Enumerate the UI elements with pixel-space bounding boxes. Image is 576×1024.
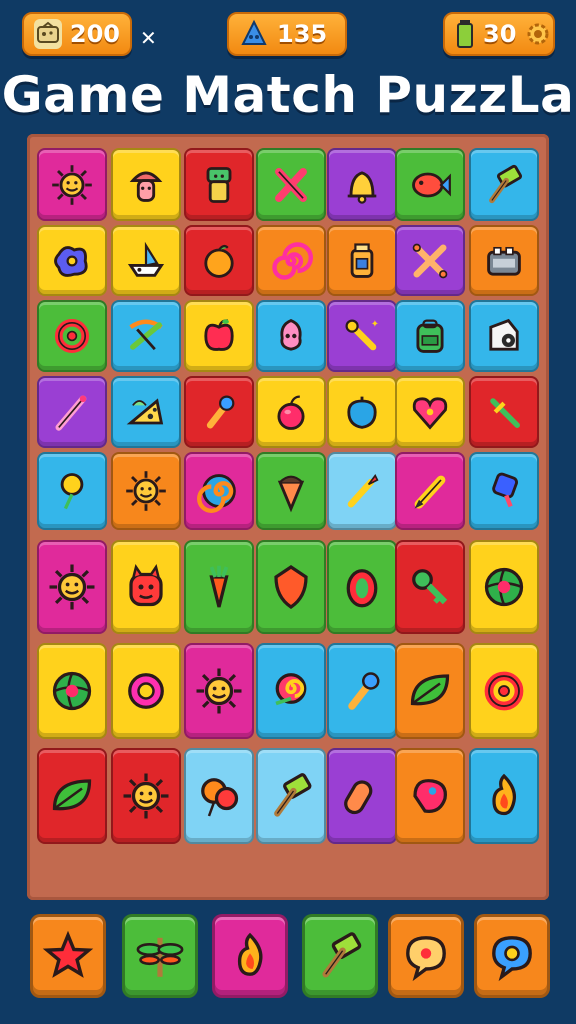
chat-button[interactable] <box>388 914 464 998</box>
tile-carrot[interactable] <box>184 540 254 634</box>
tile-crossed-bones[interactable] <box>395 225 465 296</box>
tile-sun[interactable] <box>37 148 107 221</box>
tile-fish[interactable] <box>395 148 465 221</box>
tile-bell-flower[interactable] <box>256 300 326 372</box>
tile-sausage[interactable] <box>327 748 397 844</box>
tile-shield[interactable] <box>256 540 326 634</box>
hint-button[interactable] <box>474 914 550 998</box>
tile-ring[interactable] <box>469 643 539 739</box>
gear-icon[interactable] <box>524 19 552 49</box>
top-hud: 200 ✕ 135 30 <box>0 12 576 58</box>
tile-donut[interactable] <box>111 643 181 739</box>
energy-value: 30 <box>483 20 517 48</box>
tile-wrench[interactable]: ✦ <box>327 300 397 372</box>
svg-text:✦: ✦ <box>371 319 379 330</box>
tile-spiral[interactable] <box>256 225 326 296</box>
tile-flower[interactable] <box>37 452 107 530</box>
tile-heart[interactable] <box>395 376 465 448</box>
tile-crossbow[interactable] <box>111 300 181 372</box>
tile-wand[interactable] <box>37 376 107 448</box>
tile-totem-figure[interactable] <box>184 148 254 221</box>
coins-counter[interactable]: 200 <box>22 12 132 56</box>
tile-hammer[interactable] <box>256 748 326 844</box>
tile-popsicle[interactable] <box>469 452 539 530</box>
tile-sword[interactable] <box>469 376 539 448</box>
tile-cherry[interactable] <box>256 376 326 448</box>
tile-cheese[interactable] <box>111 376 181 448</box>
game-title: Game Match PuzzLa <box>1 66 575 124</box>
tile-ice-cream-cone[interactable] <box>256 452 326 530</box>
tile-hammer[interactable] <box>469 148 539 221</box>
star-button[interactable] <box>30 914 106 998</box>
tile-paintbrush[interactable] <box>327 452 397 530</box>
hammer-button[interactable] <box>302 914 378 998</box>
tile-leaf[interactable] <box>37 748 107 844</box>
coins-value: 200 <box>69 20 120 48</box>
close-icon[interactable]: ✕ <box>140 26 157 50</box>
tile-sun[interactable] <box>37 540 107 634</box>
dragonfly-button[interactable] <box>122 914 198 998</box>
tile-bell[interactable] <box>327 148 397 221</box>
puzzle-board: ✦ <box>27 134 549 900</box>
tile-balloon[interactable] <box>184 748 254 844</box>
tile-bird[interactable] <box>395 748 465 844</box>
gem-icon <box>239 19 269 49</box>
tile-pencil[interactable] <box>395 452 465 530</box>
tile-sun[interactable] <box>111 748 181 844</box>
powerup-bar <box>0 914 576 1004</box>
tile-toaster[interactable] <box>469 225 539 296</box>
tile-sun[interactable] <box>184 643 254 739</box>
tile-boat[interactable] <box>111 225 181 296</box>
gems-value: 135 <box>277 20 328 48</box>
tile-monster[interactable] <box>111 540 181 634</box>
tile-apple[interactable] <box>184 300 254 372</box>
tile-torch[interactable] <box>184 376 254 448</box>
tile-rose[interactable] <box>256 643 326 739</box>
tile-sun[interactable] <box>111 452 181 530</box>
treasure-bag-icon <box>34 19 62 49</box>
tile-crossed-sticks[interactable] <box>256 148 326 221</box>
tile-backpack[interactable] <box>395 300 465 372</box>
tile-leaf[interactable] <box>395 643 465 739</box>
tile-torch[interactable] <box>327 643 397 739</box>
tile-beach-ball[interactable] <box>469 540 539 634</box>
battery-icon <box>455 19 475 49</box>
tile-beach-ball[interactable] <box>37 643 107 739</box>
tile-egg[interactable] <box>327 540 397 634</box>
energy-counter[interactable]: 30 <box>443 12 555 56</box>
tile-key[interactable] <box>395 540 465 634</box>
tile-film-camera[interactable] <box>469 300 539 372</box>
tile-blob[interactable] <box>37 225 107 296</box>
tile-leaf-drop[interactable] <box>327 376 397 448</box>
tile-orange-fruit[interactable] <box>184 225 254 296</box>
tile-swirl[interactable] <box>184 452 254 530</box>
fire-button[interactable] <box>212 914 288 998</box>
tile-flame[interactable] <box>469 748 539 844</box>
gems-counter[interactable]: 135 <box>227 12 347 56</box>
tile-jar[interactable] <box>327 225 397 296</box>
tile-mushroom-figure[interactable] <box>111 148 181 221</box>
tile-ring[interactable] <box>37 300 107 372</box>
